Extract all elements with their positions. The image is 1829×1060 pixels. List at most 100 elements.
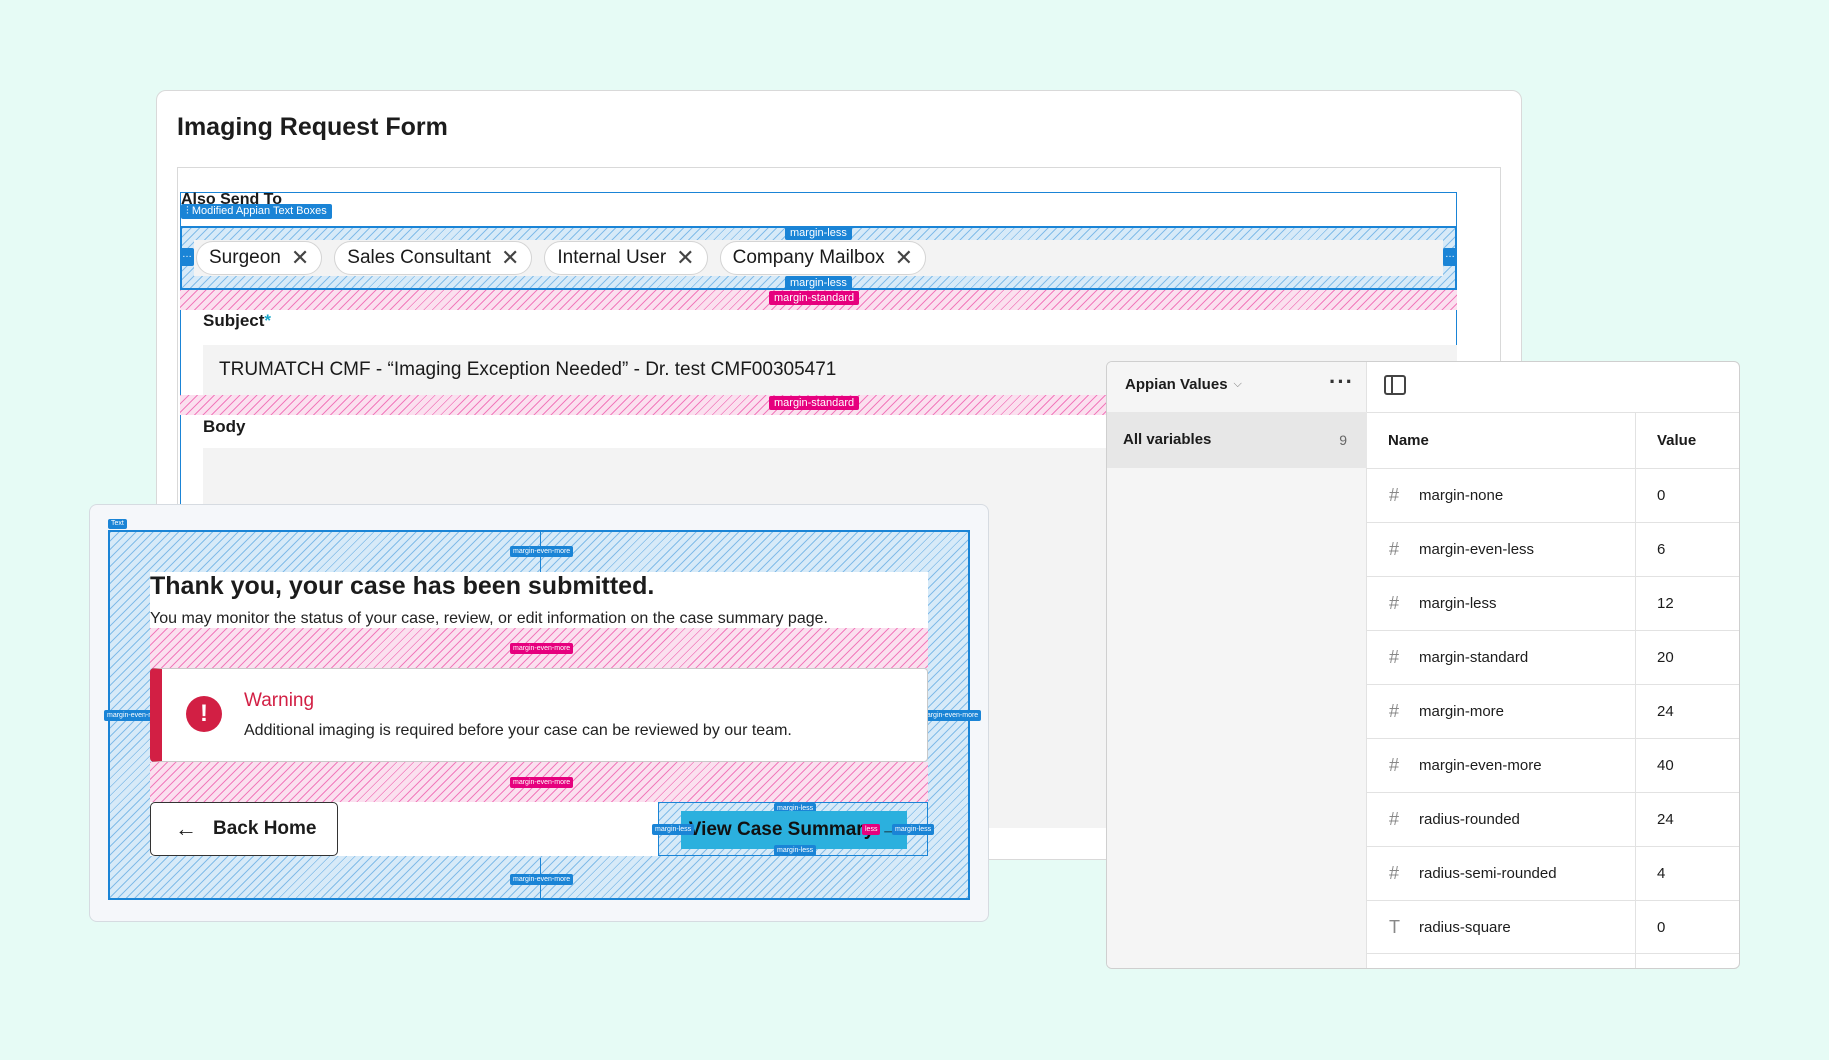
margin-even-more-area: margin-even-more	[150, 762, 928, 802]
recipient-chip[interactable]: Internal User ✕	[544, 241, 708, 275]
subject-label-text: Subject	[203, 311, 265, 330]
margin-even-more-area: margin-even-more	[150, 628, 928, 668]
chip-label: Sales Consultant	[347, 247, 491, 268]
recipients-field-margin: margin-less Surgeon ✕ Sales Consultant ✕ I…	[180, 226, 1457, 290]
margin-even-more-area: margin-even-more margin-even-more margin…	[104, 530, 982, 900]
variable-name: margin-none	[1419, 487, 1504, 504]
number-icon: #	[1389, 647, 1400, 667]
variable-row[interactable]: # margin-more 24	[1367, 684, 1739, 738]
number-icon: #	[1389, 863, 1400, 883]
toggle-sidebar-icon[interactable]	[1384, 375, 1406, 395]
all-variables-item[interactable]: All variables 9	[1107, 412, 1367, 468]
warning-message: ! Warning Additional imaging is required…	[150, 668, 928, 762]
variable-row[interactable]: Tradius-square 0	[1367, 900, 1739, 954]
close-icon[interactable]: ✕	[676, 247, 694, 269]
variable-value[interactable]: 4	[1657, 865, 1665, 882]
confirmation-card: Text margin-even-more margin-even-more m…	[89, 504, 989, 922]
value-column-header: Value	[1657, 432, 1697, 449]
margin-tag: margin-less	[785, 276, 852, 290]
number-icon: #	[1389, 485, 1400, 505]
component-tag[interactable]: ⫶ Modified Appian Text Boxes	[181, 204, 332, 219]
number-icon: #	[1389, 701, 1400, 721]
variable-value[interactable]: 24	[1657, 811, 1674, 828]
collection-dropdown[interactable]: Appian Values ⌵	[1125, 376, 1242, 393]
collection-name: Appian Values	[1125, 376, 1228, 393]
close-icon[interactable]: ✕	[895, 247, 913, 269]
recipients-field[interactable]: Surgeon ✕ Sales Consultant ✕ Internal User…	[194, 240, 1443, 276]
margin-tag: margin-even-more	[510, 777, 574, 788]
confirmation-title: Thank you, your case has been submitted.	[150, 572, 655, 600]
name-column-header: Name	[1388, 432, 1429, 449]
number-icon: #	[1389, 539, 1400, 559]
variable-name: margin-standard	[1419, 649, 1529, 666]
variable-count: 9	[1339, 432, 1347, 448]
body-label: Body	[203, 417, 246, 436]
margin-tag: margin-less	[892, 824, 935, 835]
variable-row[interactable]: # margin-none 0	[1367, 468, 1739, 522]
collections-sidebar: Appian Values ⌵ ··· All variables 9	[1107, 362, 1367, 968]
back-home-button[interactable]: ← Back Home	[150, 802, 338, 856]
variable-value[interactable]: 40	[1657, 757, 1674, 774]
component-tag-label: Modified Appian Text Boxes	[191, 205, 327, 217]
resize-handle-right[interactable]: …	[1443, 248, 1457, 266]
chip-label: Company Mailbox	[732, 247, 885, 268]
button-row: ← Back Home margin-less View Case Summar…	[150, 802, 935, 856]
number-icon: #	[1389, 593, 1400, 613]
variable-row[interactable]: # margin-even-more 40	[1367, 738, 1739, 792]
variable-row[interactable]: # margin-even-less 6	[1367, 522, 1739, 576]
variable-value[interactable]: 0	[1657, 919, 1665, 936]
all-variables-label: All variables	[1123, 431, 1212, 448]
variable-name: radius-rounded	[1419, 811, 1520, 828]
confirmation-description: You may monitor the status of your case,…	[150, 610, 828, 627]
view-case-summary-label: View Case Summary	[688, 819, 875, 840]
recipient-chip[interactable]: Company Mailbox ✕	[719, 241, 927, 275]
number-icon: #	[1389, 809, 1400, 829]
variable-row[interactable]: # margin-less 12	[1367, 576, 1739, 630]
margin-tag: margin-less	[652, 824, 695, 835]
confirmation-content: Thank you, your case has been submitted.…	[150, 572, 935, 862]
warning-description: Additional imaging is required before yo…	[244, 722, 792, 739]
margin-standard-area: margin-standard	[180, 290, 1457, 310]
number-icon: #	[1389, 755, 1400, 775]
recipient-chip[interactable]: Sales Consultant ✕	[334, 241, 533, 275]
margin-tag: margin-less	[785, 226, 852, 240]
margin-tag: margin-standard	[769, 291, 860, 305]
form-title: Imaging Request Form	[177, 113, 448, 141]
resize-handle-left[interactable]: …	[180, 248, 194, 266]
exclamation-icon: !	[186, 696, 222, 732]
arrow-left-icon: ←	[175, 816, 197, 841]
close-icon[interactable]: ✕	[291, 247, 309, 269]
variable-name: margin-less	[1419, 595, 1497, 612]
variable-name: radius-square	[1419, 919, 1511, 936]
variable-row[interactable]: # margin-standard 20	[1367, 630, 1739, 684]
close-icon[interactable]: ✕	[501, 247, 519, 269]
variable-value[interactable]: 6	[1657, 541, 1665, 558]
text-type-icon: T	[1389, 917, 1400, 937]
variable-name: radius-semi-rounded	[1419, 865, 1557, 882]
more-options-icon[interactable]: ···	[1329, 371, 1354, 393]
variable-value[interactable]: 12	[1657, 595, 1674, 612]
chevron-down-icon: ⌵	[1233, 378, 1242, 390]
divider	[1367, 412, 1739, 413]
margin-tag: margin-even-more	[510, 546, 574, 557]
variables-panel: Appian Values ⌵ ··· All variables 9 Name…	[1106, 361, 1740, 969]
column-divider	[1635, 412, 1636, 968]
warning-title: Warning	[244, 690, 315, 711]
recipient-chip[interactable]: Surgeon ✕	[196, 241, 323, 275]
margin-tag: less	[862, 824, 881, 835]
confirmation-header: Thank you, your case has been submitted.…	[150, 572, 928, 628]
margin-tag: margin-less	[774, 845, 817, 856]
variable-row[interactable]: # radius-rounded 24	[1367, 792, 1739, 846]
text-component-tag[interactable]: Text	[108, 519, 127, 529]
margin-tag: margin-even-more	[510, 874, 574, 885]
variable-value[interactable]: 24	[1657, 703, 1674, 720]
chip-label: Surgeon	[209, 247, 281, 268]
variable-name: margin-more	[1419, 703, 1505, 720]
margin-tag: margin-even-more	[510, 643, 574, 654]
view-button-margin: margin-less View Case Summary → margin-l…	[652, 802, 935, 856]
back-home-label: Back Home	[213, 818, 317, 839]
variable-value[interactable]: 20	[1657, 649, 1674, 666]
variable-name: margin-even-more	[1419, 757, 1542, 774]
variable-value[interactable]: 0	[1657, 487, 1665, 504]
variable-row[interactable]: # radius-semi-rounded 4	[1367, 846, 1739, 900]
